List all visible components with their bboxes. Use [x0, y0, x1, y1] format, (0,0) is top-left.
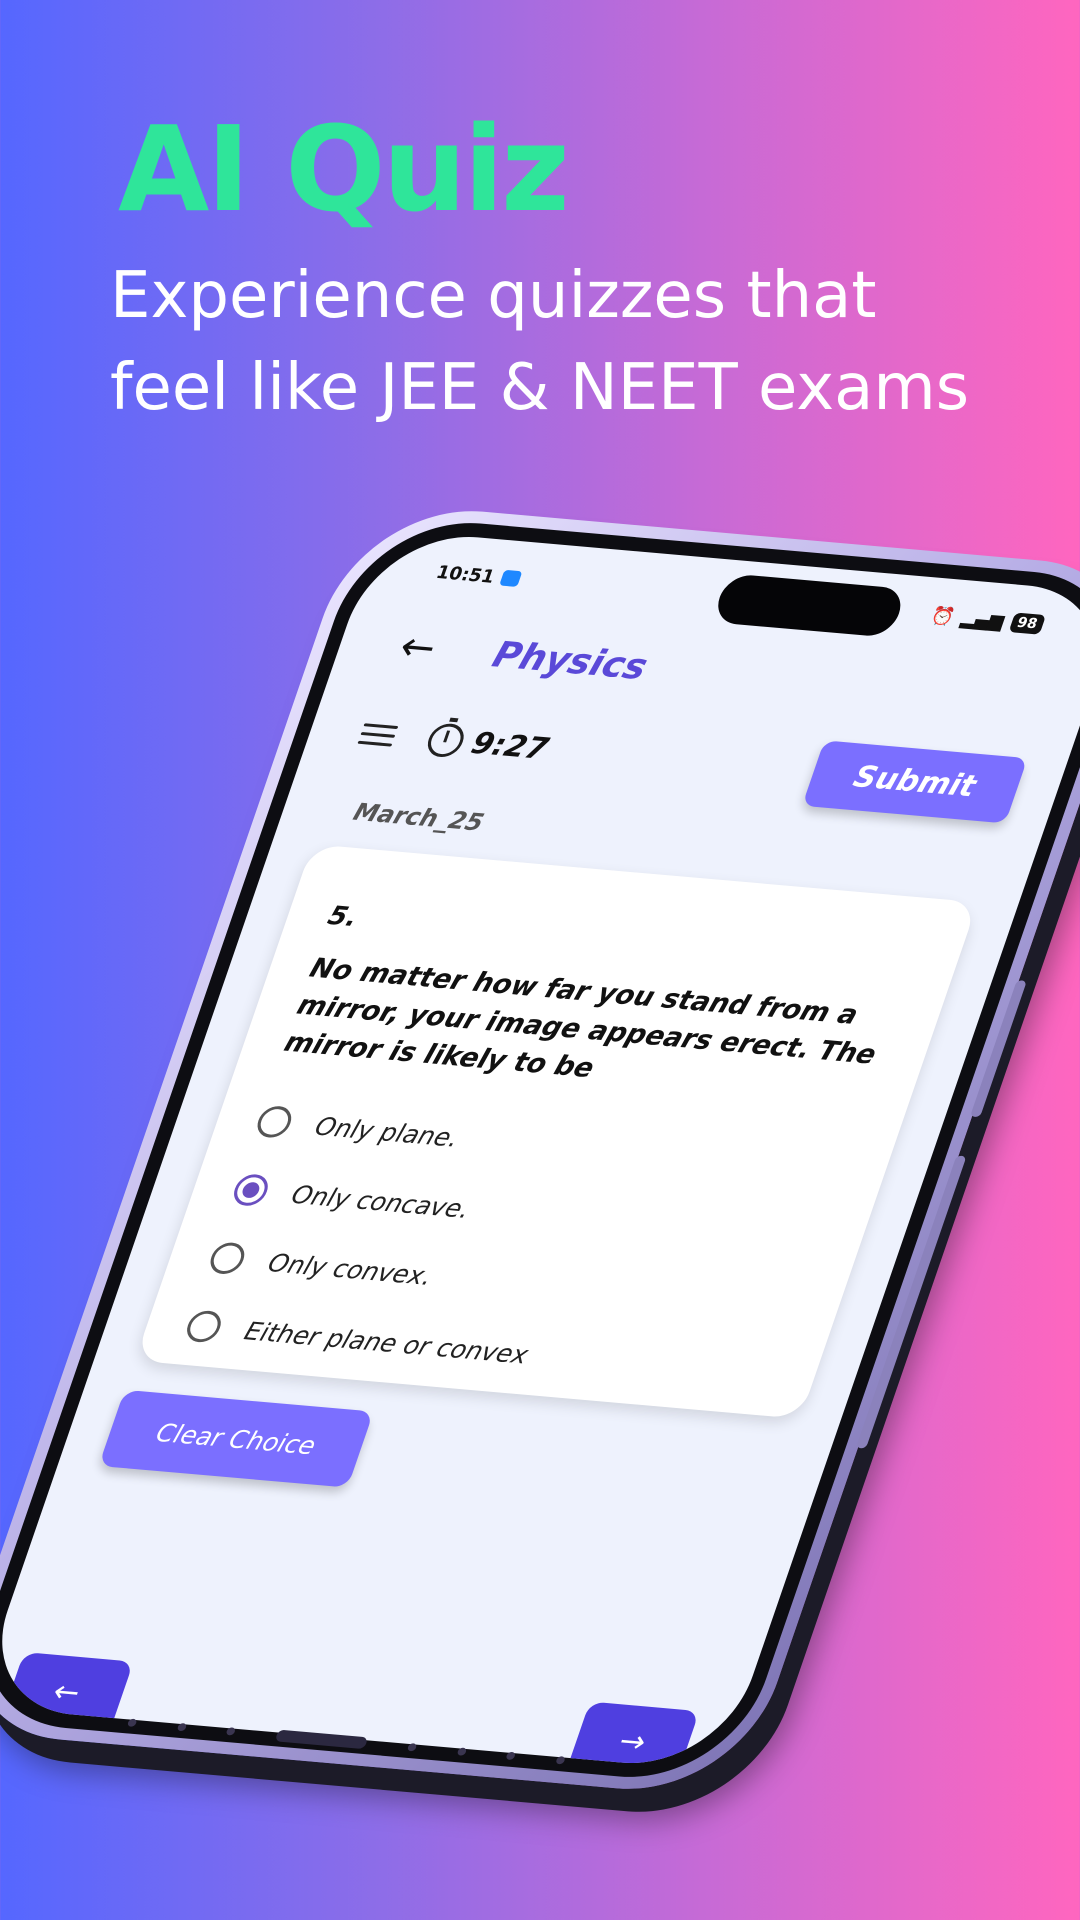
- alarm-icon: ⏰: [928, 605, 958, 628]
- option-label: Either plane or convex: [240, 1316, 533, 1369]
- radio-button[interactable]: [182, 1309, 226, 1344]
- option-label: Only convex.: [264, 1247, 437, 1291]
- subtitle-line-2: feel like JEE & NEET exams: [110, 351, 970, 425]
- options-list: Only plane. Only concave. Only convex. E…: [176, 1086, 856, 1410]
- page-title: AI Quiz: [118, 100, 570, 238]
- submit-button[interactable]: Submit: [801, 739, 1028, 823]
- subtitle: Experience quizzes that feel like JEE & …: [110, 250, 1010, 434]
- subject-title: Physics: [487, 634, 653, 688]
- back-arrow-icon[interactable]: ←: [394, 624, 443, 672]
- quiz-set-label: March_25: [349, 798, 488, 837]
- timer: 9:27: [423, 722, 553, 766]
- arrow-right-icon: →: [614, 1723, 652, 1760]
- menu-icon[interactable]: [357, 722, 399, 747]
- option-label: Only concave.: [287, 1179, 475, 1224]
- status-left: 10:51: [434, 562, 524, 590]
- status-time: 10:51: [433, 561, 498, 588]
- signal-icon: ▂▄▆: [958, 607, 1007, 632]
- option-label: Only plane.: [311, 1111, 464, 1153]
- stopwatch-icon: [423, 722, 469, 759]
- status-right: ⏰ ▂▄▆ 98: [928, 605, 1047, 635]
- dynamic-island: [711, 573, 908, 638]
- arrow-left-icon: ←: [48, 1673, 86, 1711]
- question-text: No matter how far you stand from a mirro…: [280, 952, 881, 1085]
- battery-indicator: 98: [1008, 612, 1047, 635]
- headline: AI Quiz Experience quizzes that feel lik…: [110, 110, 1010, 434]
- phone-mockup: 10:51 ⏰ ▂▄▆ 98 ← Physics 9:27 Submit Mar…: [0, 501, 1080, 1799]
- notification-app-icon: [499, 569, 523, 588]
- timer-value: 9:27: [466, 725, 553, 767]
- radio-button[interactable]: [253, 1104, 296, 1139]
- radio-button[interactable]: [206, 1241, 249, 1276]
- question-number: 5.: [323, 901, 362, 933]
- subtitle-line-1: Experience quizzes that: [110, 259, 877, 333]
- question-card: 5. No matter how far you stand from a mi…: [134, 844, 979, 1419]
- radio-button-selected[interactable]: [229, 1173, 273, 1208]
- clear-choice-button[interactable]: Clear Choice: [98, 1389, 374, 1488]
